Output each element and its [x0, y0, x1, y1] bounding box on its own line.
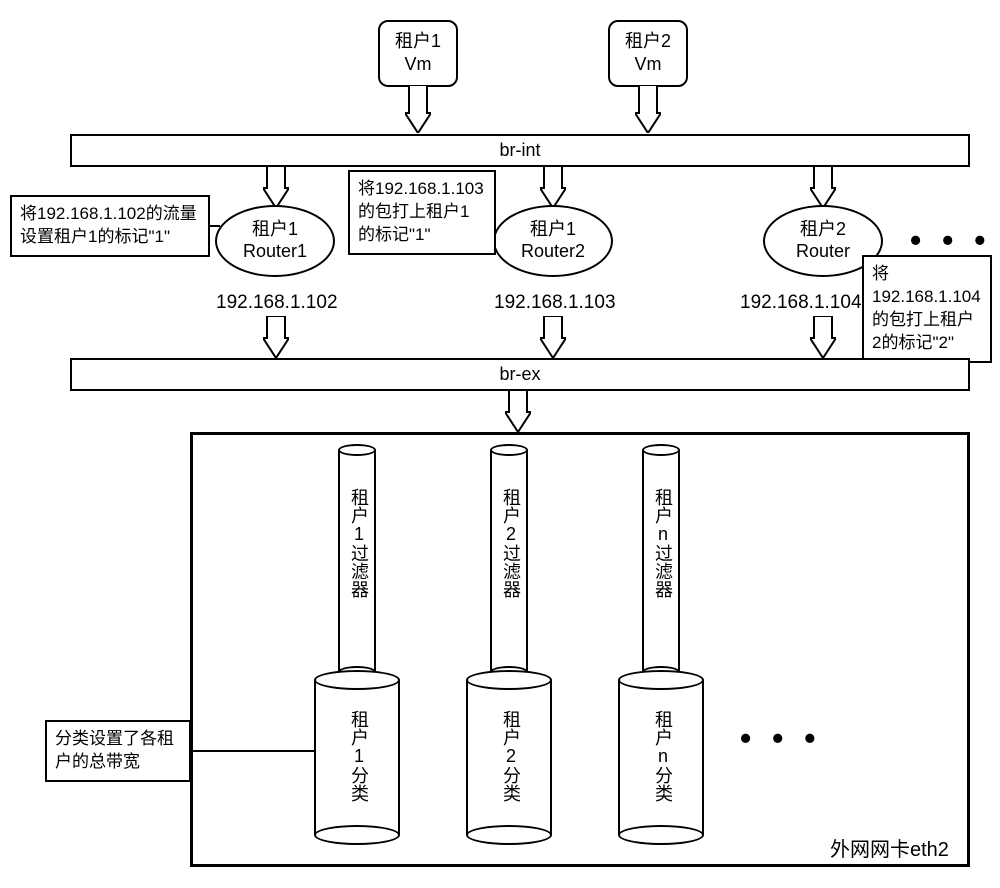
arrow-vm1-brint [405, 85, 431, 133]
note-r1: 将192.168.1.102的流量设置租户1的标记"1" [10, 195, 210, 257]
filter1-label: 租户1过滤器 [346, 488, 372, 598]
ip-r1: 192.168.1.102 [216, 292, 338, 314]
note-r2-text: 将192.168.1.103的包打上租户1的标记"1" [358, 179, 484, 244]
tenant2-vm-l2: Vm [635, 54, 662, 74]
nic-box [190, 432, 970, 867]
note-r3-text: 将192.168.1.104的包打上租户2的标记"2" [872, 264, 981, 352]
routers-ellipsis: • • • [910, 222, 991, 259]
filter2-label: 租户2过滤器 [498, 488, 524, 598]
note-classes-text: 分类设置了各租户的总带宽 [55, 729, 174, 771]
arrow-r3-brex [810, 316, 836, 358]
classn-label: 租户n分类 [650, 710, 676, 802]
ip-r2: 192.168.1.103 [494, 292, 616, 314]
class2-label: 租户2分类 [498, 710, 524, 802]
br-ex-bar: br-ex [70, 358, 970, 391]
note-r3: 将192.168.1.104的包打上租户2的标记"2" [862, 255, 992, 363]
arrow-brex-nic [505, 390, 531, 432]
router3-l1: 租户2 [765, 219, 881, 241]
conn-note4-class1 [191, 750, 314, 752]
note-r1-text: 将192.168.1.102的流量设置租户1的标记"1" [20, 204, 197, 246]
br-ex-label: br-ex [499, 364, 540, 384]
router2: 租户1 Router2 [493, 205, 613, 277]
tenant1-vm-l2: Vm [405, 54, 432, 74]
note-classes: 分类设置了各租户的总带宽 [45, 720, 191, 782]
classes-ellipsis: • • • [740, 720, 821, 757]
ip-r3: 192.168.1.104 [740, 292, 862, 314]
arrow-r2-brex [540, 316, 566, 358]
arrow-r1-brex [263, 316, 289, 358]
note-r2: 将192.168.1.103的包打上租户1的标记"1" [348, 170, 496, 255]
router1-l2: Router1 [217, 241, 333, 263]
nic-label: 外网网卡eth2 [830, 833, 949, 862]
tenant2-vm-l1: 租户2 [625, 31, 671, 51]
router2-l2: Router2 [495, 241, 611, 263]
arrow-brint-r3 [810, 166, 836, 208]
filtern-label: 租户n过滤器 [650, 488, 676, 598]
router1: 租户1 Router1 [215, 205, 335, 277]
arrow-vm2-brint [635, 85, 661, 133]
router2-l1: 租户1 [495, 219, 611, 241]
conn-note1-r1 [210, 225, 220, 227]
tenant2-vm: 租户2 Vm [608, 20, 688, 87]
class1-label: 租户1分类 [346, 710, 372, 802]
br-int-bar: br-int [70, 134, 970, 167]
br-int-label: br-int [499, 140, 540, 160]
tenant1-vm: 租户1 Vm [378, 20, 458, 87]
arrow-brint-r2 [540, 166, 566, 208]
arrow-brint-r1 [263, 166, 289, 208]
router1-l1: 租户1 [217, 219, 333, 241]
tenant1-vm-l1: 租户1 [395, 31, 441, 51]
